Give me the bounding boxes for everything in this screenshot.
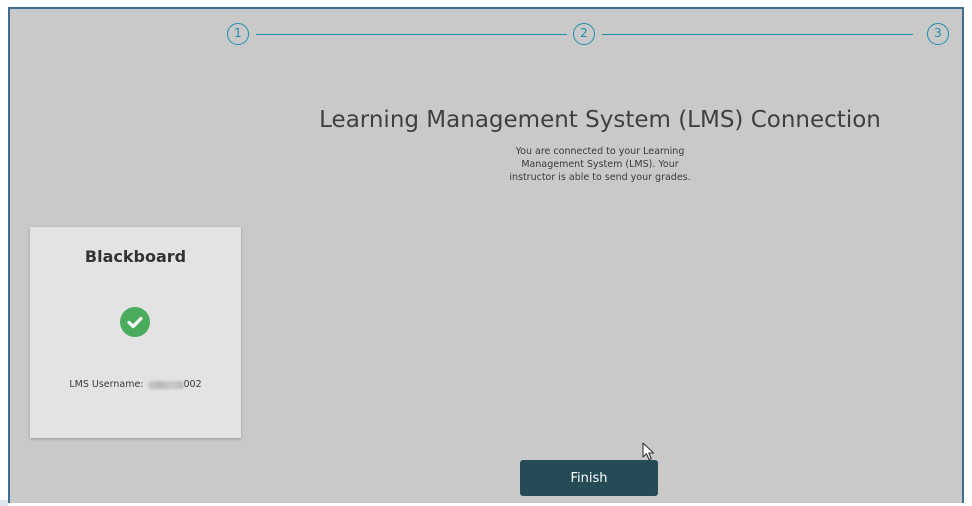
- outer-background-strip: [0, 500, 8, 506]
- lms-username-suffix: 002: [183, 379, 202, 390]
- step-1-indicator: 1: [227, 23, 249, 45]
- check-circle-icon: [120, 307, 150, 337]
- step-connector-2-3: [602, 34, 913, 35]
- lms-username-row: LMS Username: 002: [30, 379, 241, 390]
- lms-connection-panel: 1 2 3 Learning Management System (LMS) C…: [8, 7, 964, 503]
- step-2-indicator: 2: [573, 23, 595, 45]
- page-title: Learning Management System (LMS) Connect…: [319, 107, 881, 133]
- lms-name: Blackboard: [84, 247, 187, 266]
- connection-description: You are connected to your Learning Manag…: [480, 145, 720, 184]
- step-connector-1-2: [256, 34, 567, 35]
- description-line-1: You are connected to your Learning: [515, 146, 685, 157]
- lms-username-label: LMS Username:: [69, 379, 144, 390]
- finish-button[interactable]: Finish: [520, 460, 658, 496]
- description-line-3: instructor is able to send your grades.: [509, 172, 691, 183]
- step-3-indicator: 3: [927, 23, 949, 45]
- redacted-username: [147, 380, 184, 389]
- lms-card-blackboard: Blackboard LMS Username: 002: [30, 227, 241, 438]
- description-line-2: Management System (LMS). Your: [521, 159, 679, 170]
- mouse-cursor-icon: [642, 442, 656, 466]
